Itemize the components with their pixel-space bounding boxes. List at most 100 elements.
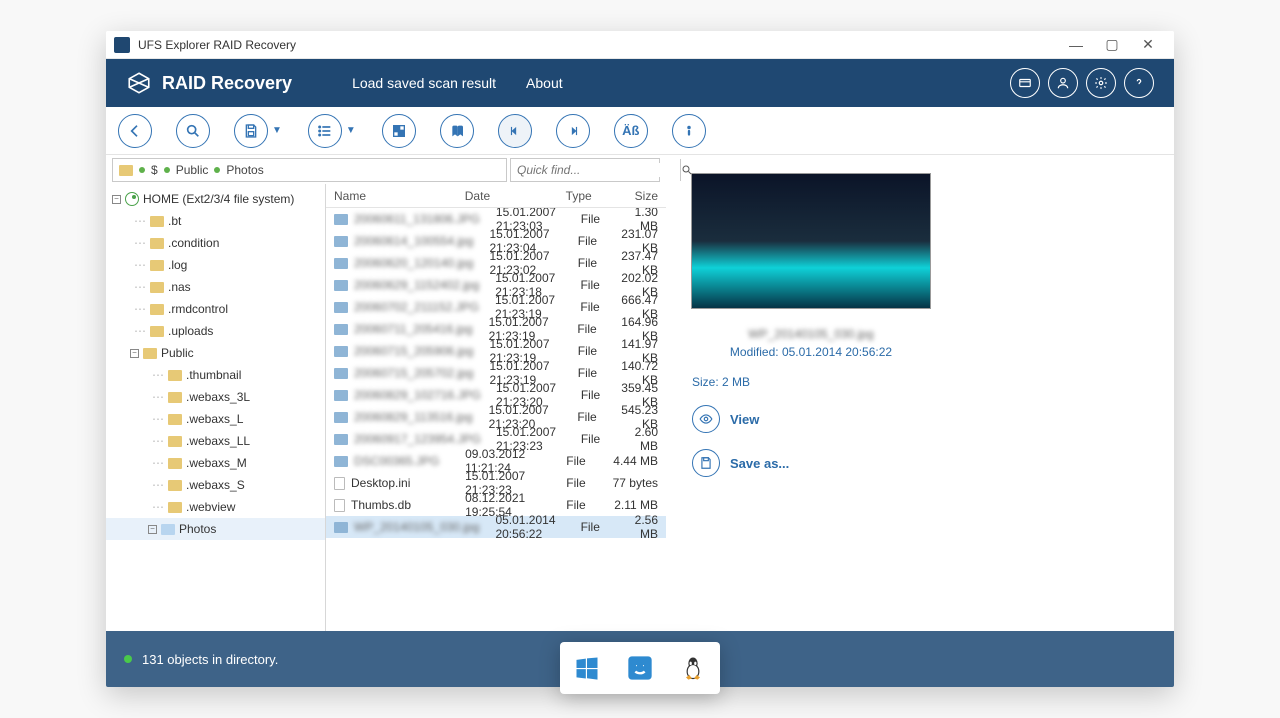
file-type: File [570, 344, 607, 358]
brand-logo: RAID Recovery [126, 70, 292, 96]
help-icon[interactable] [1124, 68, 1154, 98]
folder-icon [150, 238, 164, 249]
file-name: 20060629_1152402.jpg [354, 278, 479, 292]
tree-root-label: HOME (Ext2/3/4 file system) [143, 192, 294, 206]
menu-load-scan[interactable]: Load saved scan result [352, 75, 496, 91]
file-list[interactable]: 20060611_131806.JPG15.01.2007 21:23:03Fi… [326, 208, 666, 631]
close-button[interactable]: ✕ [1130, 33, 1166, 57]
folder-icon [150, 260, 164, 271]
tree-item[interactable]: ⋯.webaxs_LL [106, 430, 325, 452]
tree-item[interactable]: ⋯.webaxs_S [106, 474, 325, 496]
saveas-action[interactable]: Save as... [692, 449, 789, 477]
tree-label: .uploads [168, 324, 213, 338]
window-title: UFS Explorer RAID Recovery [138, 38, 1058, 52]
file-name: 20060620_120140.jpg [354, 256, 473, 270]
preview-pane: WP_20140105_030.jpg Modified: 05.01.2014… [666, 155, 956, 631]
brand-text: RAID Recovery [162, 73, 292, 94]
user-icon[interactable] [1048, 68, 1078, 98]
tree-item[interactable]: ⋯.condition [106, 232, 325, 254]
banner: RAID Recovery Load saved scan result Abo… [106, 59, 1174, 107]
folder-icon [168, 370, 182, 381]
linux-icon [679, 654, 707, 682]
find-button[interactable] [440, 114, 474, 148]
breadcrumb[interactable]: $ Public Photos [112, 158, 507, 182]
file-name: 20060611_131806.JPG [354, 212, 480, 226]
content: $ Public Photos −HOME (Ext2/3/4 file sys… [106, 155, 1174, 631]
tree-item[interactable]: ⋯.webaxs_L [106, 408, 325, 430]
tree-item[interactable]: ⋯.rmdcontrol [106, 298, 325, 320]
maximize-button[interactable]: ▢ [1094, 33, 1130, 57]
file-icon [334, 434, 348, 445]
menu-about[interactable]: About [526, 75, 563, 91]
file-icon [334, 214, 348, 225]
tree-item[interactable]: ⋯.webaxs_M [106, 452, 325, 474]
file-row[interactable]: WP_20140105_030.jpg05.01.2014 20:56:22Fi… [326, 516, 666, 538]
person-button[interactable] [672, 114, 706, 148]
tree-item[interactable]: ⋯.log [106, 254, 325, 276]
file-name: WP_20140105_030.jpg [354, 520, 479, 534]
tree-root[interactable]: −HOME (Ext2/3/4 file system) [106, 188, 325, 210]
quick-find-input[interactable] [511, 163, 680, 177]
tree-label: .webaxs_M [186, 456, 247, 470]
tree-item-photos[interactable]: −Photos [106, 518, 325, 540]
col-date[interactable]: Date [457, 189, 558, 203]
eye-icon [692, 405, 720, 433]
back-button[interactable] [118, 114, 152, 148]
file-icon [334, 302, 348, 313]
file-type: File [569, 410, 607, 424]
save-button[interactable] [234, 114, 268, 148]
file-name: Desktop.ini [351, 476, 410, 490]
next-button[interactable] [556, 114, 590, 148]
view-dropdown[interactable]: ▼ [346, 125, 356, 136]
col-name[interactable]: Name [326, 189, 457, 203]
file-size: 77 bytes [600, 476, 666, 490]
view-action[interactable]: View [692, 405, 759, 433]
gear-icon[interactable] [1086, 68, 1116, 98]
file-icon [334, 324, 348, 335]
panes: −HOME (Ext2/3/4 file system) ⋯.bt ⋯.cond… [106, 184, 666, 631]
prev-button[interactable] [498, 114, 532, 148]
file-type: File [572, 300, 609, 314]
folder-tree[interactable]: −HOME (Ext2/3/4 file system) ⋯.bt ⋯.cond… [106, 184, 326, 631]
titlebar: UFS Explorer RAID Recovery — ▢ ✕ [106, 31, 1174, 59]
left-pane: $ Public Photos −HOME (Ext2/3/4 file sys… [106, 155, 666, 631]
folder-icon [150, 326, 164, 337]
minimize-button[interactable]: — [1058, 33, 1094, 57]
preview-size: Size: 2 MB [692, 375, 750, 389]
col-type[interactable]: Type [558, 189, 600, 203]
dot-icon [164, 167, 170, 173]
list-view-button[interactable] [308, 114, 342, 148]
font-button[interactable]: Äß [614, 114, 648, 148]
file-name: 20060711_205416.jpg [354, 322, 473, 336]
tree-item[interactable]: ⋯.webview [106, 496, 325, 518]
breadcrumb-p1: Public [176, 163, 209, 177]
file-size: 2.11 MB [600, 498, 666, 512]
folder-icon [168, 502, 182, 513]
tree-label: .webaxs_LL [186, 434, 250, 448]
disk-icon [125, 192, 139, 206]
tree-label: .rmdcontrol [168, 302, 228, 316]
raid-icon [126, 70, 152, 96]
tree-item[interactable]: ⋯.thumbnail [106, 364, 325, 386]
file-type: File [573, 212, 609, 226]
tree-item[interactable]: ⋯.nas [106, 276, 325, 298]
preview-modified: Modified: 05.01.2014 20:56:22 [730, 345, 892, 359]
save-dropdown[interactable]: ▼ [272, 125, 282, 136]
select-all-button[interactable] [382, 114, 416, 148]
tree-item[interactable]: ⋯.bt [106, 210, 325, 232]
breadcrumb-p2: Photos [226, 163, 263, 177]
col-size[interactable]: Size [600, 189, 666, 203]
file-date: 05.01.2014 20:56:22 [487, 513, 572, 541]
folder-icon [161, 524, 175, 535]
tree-label: .thumbnail [186, 368, 241, 382]
search-button[interactable] [176, 114, 210, 148]
tree-item-public[interactable]: −Public [106, 342, 325, 364]
app-icon [114, 37, 130, 53]
tree-item[interactable]: ⋯.webaxs_3L [106, 386, 325, 408]
file-type: File [570, 256, 607, 270]
card-icon[interactable] [1010, 68, 1040, 98]
file-type: File [573, 432, 609, 446]
tree-item[interactable]: ⋯.uploads [106, 320, 325, 342]
file-header: Name Date Type Size [326, 184, 666, 208]
quick-find [510, 158, 660, 182]
